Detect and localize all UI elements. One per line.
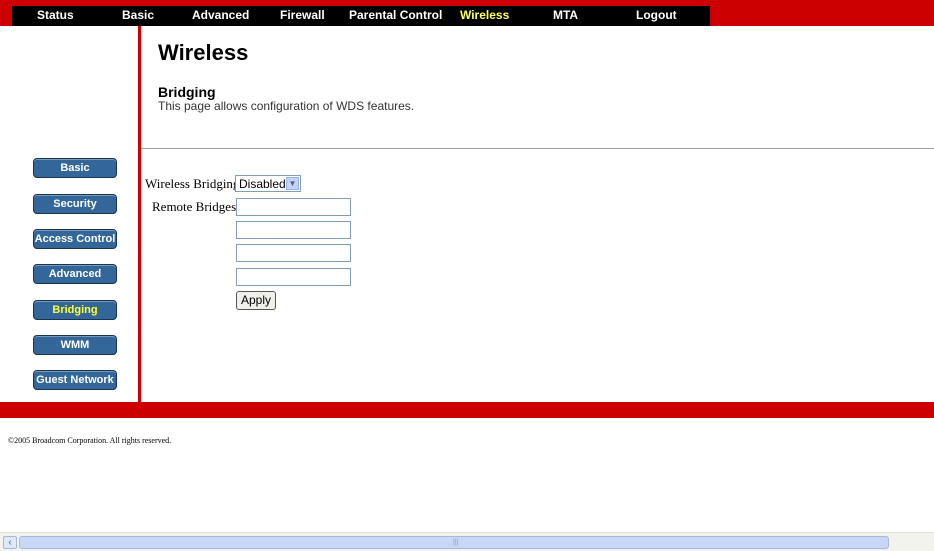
horizontal-scrollbar[interactable]: ‹ ||| (0, 532, 934, 551)
sidebar-divider (138, 26, 141, 402)
grip-icon: ||| (453, 539, 459, 546)
nav-basic[interactable]: Basic (122, 8, 154, 22)
header-divider (141, 148, 934, 149)
scrollbar-thumb[interactable]: ||| (19, 536, 889, 549)
scroll-left-arrow-icon[interactable]: ‹ (3, 536, 17, 549)
section-description: This page allows configuration of WDS fe… (158, 99, 415, 113)
remote-bridge-input-3[interactable] (236, 244, 351, 262)
sidebar-item-basic[interactable]: Basic (33, 158, 117, 178)
footer-bar (0, 402, 934, 418)
section-title: Bridging (158, 84, 216, 100)
copyright-text: ©2005 Broadcom Corporation. All rights r… (8, 436, 172, 445)
nav-wireless[interactable]: Wireless (460, 8, 509, 22)
sidebar-item-access-control[interactable]: Access Control (33, 229, 117, 249)
chevron-down-icon[interactable]: ▼ (286, 177, 299, 190)
nav-status[interactable]: Status (37, 8, 74, 22)
nav-advanced[interactable]: Advanced (192, 8, 249, 22)
sidebar-item-advanced[interactable]: Advanced (33, 264, 117, 284)
nav-logout[interactable]: Logout (636, 8, 677, 22)
remote-bridge-input-2[interactable] (236, 221, 351, 239)
top-nav: Status Basic Advanced Firewall Parental … (12, 6, 710, 26)
sidebar-item-guest-network[interactable]: Guest Network (33, 370, 117, 390)
sidebar-item-wmm[interactable]: WMM (33, 335, 117, 355)
apply-button[interactable]: Apply (236, 291, 276, 310)
page-title: Wireless (158, 40, 249, 65)
wireless-bridging-label: Wireless Bridging (145, 176, 240, 191)
nav-parental-control[interactable]: Parental Control (349, 8, 442, 22)
nav-mta[interactable]: MTA (553, 8, 578, 22)
remote-bridge-input-4[interactable] (236, 268, 351, 286)
nav-firewall[interactable]: Firewall (280, 8, 325, 22)
remote-bridge-input-1[interactable] (236, 198, 351, 216)
sidebar-item-security[interactable]: Security (33, 194, 117, 214)
sidebar-item-bridging[interactable]: Bridging (33, 300, 117, 320)
remote-bridges-label: Remote Bridges (152, 199, 237, 214)
wireless-bridging-value: Disabled (239, 177, 286, 191)
wireless-bridging-select[interactable]: Disabled ▼ (235, 175, 301, 192)
